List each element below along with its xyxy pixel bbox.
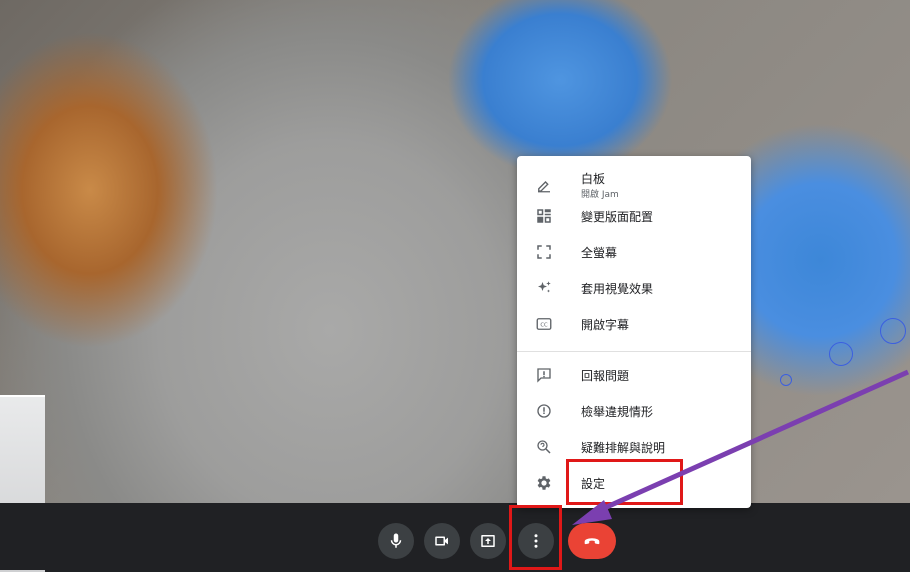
captions-icon: CC [533,313,555,335]
menu-divider [517,351,751,352]
present-icon [481,535,495,547]
menu-item-change-layout[interactable]: 變更版面配置 [517,198,751,234]
menu-item-label: 回報問題 [581,368,630,383]
menu-item-label: 開啟字幕 [581,317,630,332]
menu-item-visual-effects[interactable]: 套用視覺效果 [517,270,751,306]
annotation-circle [780,374,792,386]
hangup-button[interactable] [568,523,616,559]
video-feed [0,0,910,503]
layout-icon [533,205,555,227]
hangup-icon [584,538,600,545]
more-options-highlight-box [509,505,562,570]
menu-item-label: 變更版面配置 [581,209,654,224]
gear-icon [533,472,555,494]
menu-item-label: 疑難排解與說明 [581,440,666,455]
more-options-menu: 白板 開啟 Jam 變更版面配置 全螢幕 套用視覺效果 CC 開啟字幕 回報問題 [517,156,751,508]
mic-icon [390,533,402,548]
menu-item-label: 檢舉違規情形 [581,404,654,419]
svg-text:CC: CC [540,323,548,329]
camera-button[interactable] [424,523,460,559]
mic-button[interactable] [378,523,414,559]
report-icon [533,400,555,422]
annotation-circle [829,342,853,366]
menu-item-report-problem[interactable]: 回報問題 [517,357,751,393]
menu-item-report-abuse[interactable]: 檢舉違規情形 [517,393,751,429]
menu-item-label: 白板 [581,172,606,186]
annotation-circle [880,318,906,344]
menu-item-label: 套用視覺效果 [581,281,654,296]
menu-item-fullscreen[interactable]: 全螢幕 [517,234,751,270]
pencil-icon [533,174,555,196]
help-search-icon [533,436,555,458]
feedback-icon [533,364,555,386]
present-button[interactable] [470,523,506,559]
settings-highlight-box [566,459,683,505]
fullscreen-icon [533,241,555,263]
camera-icon [435,536,448,546]
menu-item-captions[interactable]: CC 開啟字幕 [517,306,751,342]
sparkle-icon [533,277,555,299]
menu-item-label: 全螢幕 [581,245,618,260]
menu-item-whiteboard[interactable]: 白板 開啟 Jam [517,162,751,202]
